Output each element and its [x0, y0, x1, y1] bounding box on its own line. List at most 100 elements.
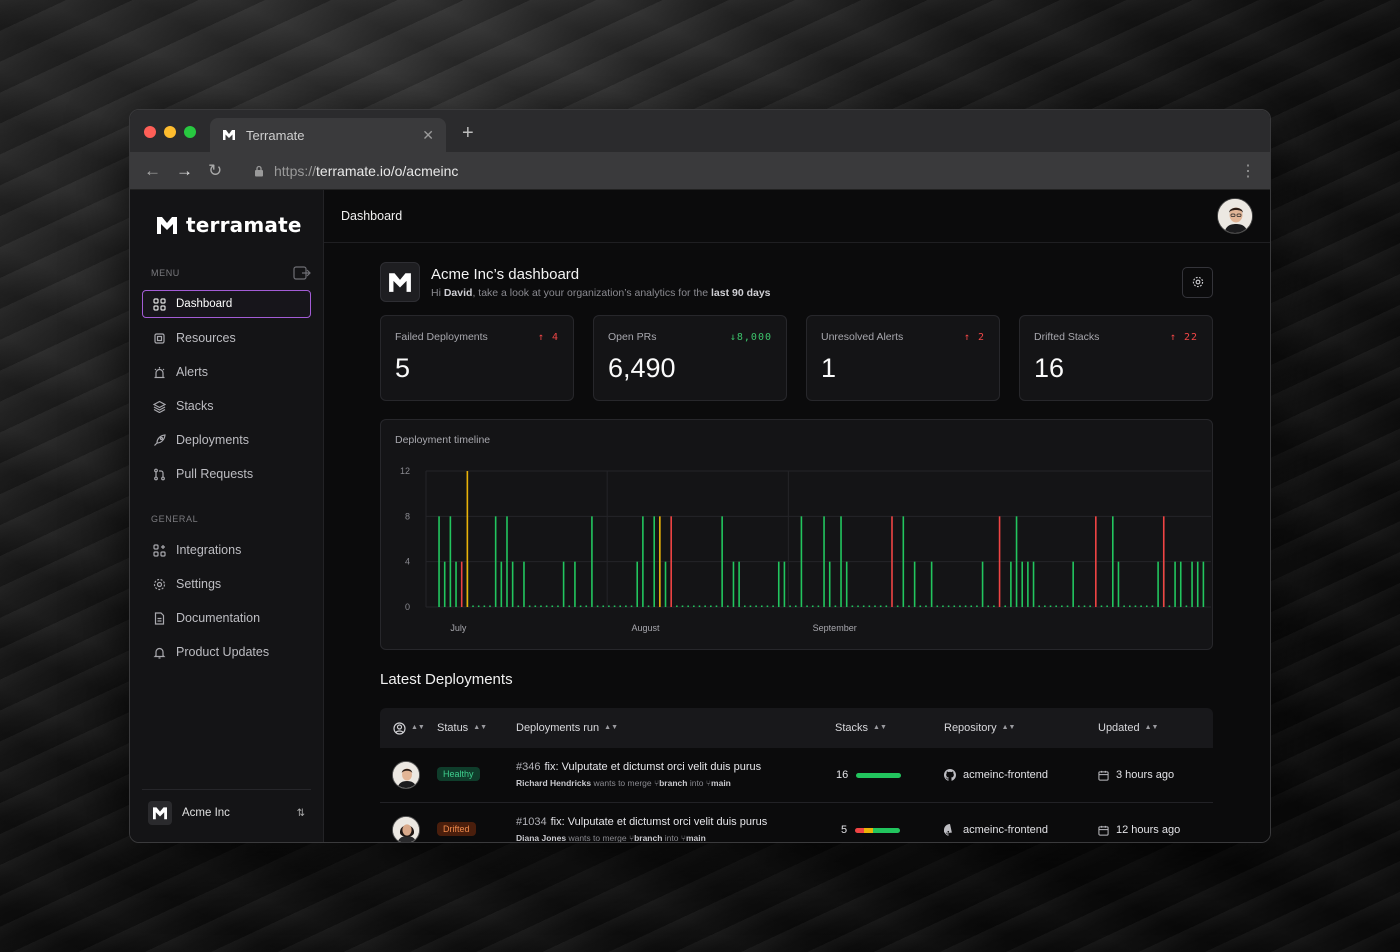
org-switcher[interactable]: Acme Inc ⇅ [142, 798, 311, 828]
sidebar-item-product-updates[interactable]: Product Updates [142, 638, 311, 666]
browser-menu-icon[interactable]: ⋮ [1240, 161, 1256, 181]
timeline-bar-empty [874, 605, 876, 607]
x-tick-label: August [632, 623, 661, 633]
stat-card-open-prs[interactable]: Open PRs ↓8,000 6,490 [593, 315, 787, 401]
column-repository[interactable]: Repository ▲▼ [944, 722, 1015, 734]
timeline-bar-empty [811, 605, 814, 607]
timeline-bar-success [732, 561, 735, 607]
sidebar-item-deployments[interactable]: Deployments [142, 426, 311, 454]
column-label: Status [437, 722, 469, 734]
forward-arrow-icon[interactable]: → [176, 161, 208, 181]
column-updated[interactable]: Updated ▲▼ [1098, 722, 1158, 734]
close-window-button[interactable] [144, 126, 156, 138]
repository-cell[interactable]: acmeinc-frontend [944, 824, 1048, 836]
timeline-bar-empty [602, 605, 605, 607]
timeline-bar-empty [1168, 605, 1171, 607]
deployment-run[interactable]: #1034 fix: Vulputate et dictumst orci vel… [516, 816, 767, 843]
browser-tab[interactable]: Terramate ✕ [210, 118, 446, 152]
column-label: Repository [944, 722, 997, 734]
user-avatar[interactable] [1217, 198, 1253, 234]
timeline-bar-empty [545, 605, 548, 607]
maximize-window-button[interactable] [184, 126, 196, 138]
stat-card-unresolved-alerts[interactable]: Unresolved Alerts ↑ 2 1 [806, 315, 1000, 401]
run-into-text: into [664, 833, 679, 843]
timeline-bar-empty [608, 605, 610, 607]
updated-cell: 3 hours ago [1098, 769, 1174, 781]
x-tick-label: September [813, 623, 857, 633]
column-user[interactable]: ▲▼ [393, 721, 425, 735]
column-stacks[interactable]: Stacks ▲▼ [835, 722, 887, 734]
table-row[interactable]: Healthy #346 fix: Vulputate et dictumst o… [380, 748, 1213, 803]
status-badge-text: Healthy [437, 767, 480, 781]
sidebar-item-documentation[interactable]: Documentation [142, 604, 311, 632]
timeline-bar-empty [540, 605, 542, 607]
table-row[interactable]: Drifted #1034 fix: Vulputate et dictumst … [380, 803, 1213, 843]
brand-logo[interactable]: terramate [156, 212, 311, 238]
new-tab-icon[interactable]: + [462, 122, 474, 145]
stat-value: 16 [1034, 353, 1065, 383]
sidebar-item-integrations[interactable]: Integrations [142, 536, 311, 564]
close-tab-icon[interactable]: ✕ [422, 127, 434, 144]
timeline-bar-success [506, 516, 508, 607]
column-status[interactable]: Status ▲▼ [437, 722, 487, 734]
timeline-bar-empty [908, 605, 910, 607]
tab-title: Terramate [246, 127, 305, 143]
sort-icon: ▲▼ [473, 724, 488, 731]
reload-icon[interactable]: ↻ [208, 161, 240, 181]
calendar-icon [1098, 825, 1109, 836]
timeline-bar-success [1015, 516, 1018, 607]
timeline-bar-empty [704, 605, 706, 607]
timeline-bar-failed [998, 516, 1001, 607]
stat-delta-value: 2 [977, 332, 985, 343]
minimize-window-button[interactable] [164, 126, 176, 138]
main-menu: Dashboard Resources Alerts Stacks Deploy… [142, 290, 311, 488]
timeline-bar-success [913, 561, 916, 607]
timeline-bar-empty [885, 605, 888, 607]
sidebar-item-dashboard[interactable]: Dashboard [142, 290, 311, 318]
timeline-bar-empty [715, 605, 718, 607]
collapse-sidebar-icon[interactable] [293, 266, 311, 280]
url-field[interactable]: https://terramate.io/o/acmeinc [254, 163, 458, 179]
run-branch: branch [634, 833, 663, 843]
y-tick-label: 12 [400, 466, 410, 476]
column-label: Updated [1098, 722, 1140, 734]
timeline-bar-success [1202, 561, 1205, 607]
run-number: #1034 [516, 816, 547, 828]
timeline-bar-empty [489, 605, 491, 607]
timeline-bar-empty [1038, 605, 1040, 607]
sidebar-item-alerts[interactable]: Alerts [142, 358, 311, 386]
window-controls [144, 126, 196, 138]
url-path: terramate.io/o/acmeinc [316, 162, 459, 179]
timeline-bar-success [1117, 561, 1120, 607]
dashboard-settings-button[interactable] [1182, 266, 1213, 298]
timeline-bar-success [642, 516, 644, 607]
sidebar-item-resources[interactable]: Resources [142, 324, 311, 352]
timeline-bar-failed [1095, 516, 1097, 607]
timeline-bar-empty [1049, 605, 1052, 607]
stat-card-failed-deployments[interactable]: Failed Deployments ↑ 4 5 [380, 315, 574, 401]
user-avatar-image [1218, 199, 1252, 233]
timeline-bar-success [823, 516, 825, 607]
timeline-bar-empty [976, 605, 978, 607]
timeline-bar-success [1021, 561, 1024, 607]
y-tick-label: 8 [405, 511, 410, 521]
dashboard-title: Acme Inc’s dashboard [431, 265, 580, 283]
sidebar-item-settings[interactable]: Settings [142, 570, 311, 598]
column-deployments-run[interactable]: Deployments run ▲▼ [516, 722, 618, 734]
timeline-bar-success [1032, 561, 1035, 607]
run-author: Richard Hendricks [516, 778, 592, 788]
sidebar-item-pull-requests[interactable]: Pull Requests [142, 460, 311, 488]
timeline-bar-empty [743, 605, 746, 607]
sidebar-item-label: Dashboard [176, 298, 233, 310]
timeline-bar-empty [1123, 605, 1125, 607]
timeline-bar-empty [1106, 605, 1108, 607]
general-menu: Integrations Settings Documentation Prod… [142, 536, 311, 666]
sidebar-item-stacks[interactable]: Stacks [142, 392, 311, 420]
timeline-bar-success [449, 516, 452, 607]
column-label: Deployments run [516, 722, 600, 734]
stat-card-drifted-stacks[interactable]: Drifted Stacks ↑ 22 16 [1019, 315, 1213, 401]
back-arrow-icon[interactable]: ← [144, 161, 176, 181]
deployment-run[interactable]: #346 fix: Vulputate et dictumst orci veli… [516, 761, 761, 788]
repository-cell[interactable]: acmeinc-frontend [944, 769, 1048, 781]
timeline-bar-success [721, 516, 723, 607]
